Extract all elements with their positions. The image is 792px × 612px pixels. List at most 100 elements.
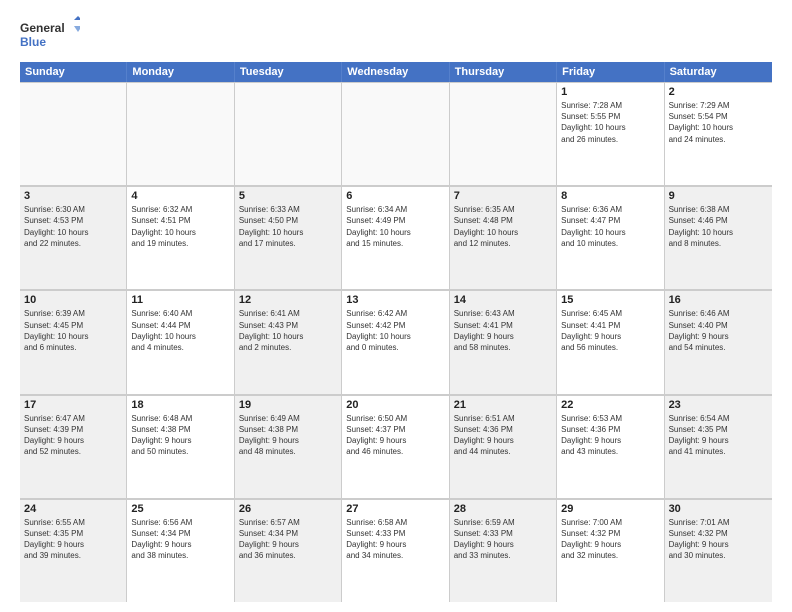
cell-content: Sunrise: 6:55 AMSunset: 4:35 PMDaylight:… [24, 517, 122, 562]
header: General Blue [20, 16, 772, 56]
calendar-cell: 27 Sunrise: 6:58 AMSunset: 4:33 PMDayligh… [342, 500, 449, 602]
calendar-cell [450, 83, 557, 185]
calendar-cell: 23 Sunrise: 6:54 AMSunset: 4:35 PMDayligh… [665, 396, 772, 498]
cell-content: Sunrise: 6:51 AMSunset: 4:36 PMDaylight:… [454, 413, 552, 458]
day-number: 23 [669, 399, 768, 411]
calendar-cell: 30 Sunrise: 7:01 AMSunset: 4:32 PMDayligh… [665, 500, 772, 602]
header-day-tuesday: Tuesday [235, 62, 342, 82]
day-number: 8 [561, 190, 659, 202]
day-number: 18 [131, 399, 229, 411]
calendar-cell: 16Sunrise: 6:46 AMSunset: 4:40 PMDayligh… [665, 291, 772, 393]
calendar-cell: 8 Sunrise: 6:36 AMSunset: 4:47 PMDaylight… [557, 187, 664, 289]
calendar-row-1: 3 Sunrise: 6:30 AMSunset: 4:53 PMDaylight… [20, 186, 772, 290]
cell-content: Sunrise: 6:50 AMSunset: 4:37 PMDaylight:… [346, 413, 444, 458]
calendar-cell: 20 Sunrise: 6:50 AMSunset: 4:37 PMDayligh… [342, 396, 449, 498]
header-day-friday: Friday [557, 62, 664, 82]
cell-content: Sunrise: 6:39 AMSunset: 4:45 PMDaylight:… [24, 308, 122, 353]
cell-content: Sunrise: 6:49 AMSunset: 4:38 PMDaylight:… [239, 413, 337, 458]
cell-content: Sunrise: 6:46 AMSunset: 4:40 PMDaylight:… [669, 308, 768, 353]
calendar-row-3: 17Sunrise: 6:47 AMSunset: 4:39 PMDayligh… [20, 395, 772, 499]
calendar-cell: 18 Sunrise: 6:48 AMSunset: 4:38 PMDayligh… [127, 396, 234, 498]
cell-content: Sunrise: 6:45 AMSunset: 4:41 PMDaylight:… [561, 308, 659, 353]
calendar-cell: 28 Sunrise: 6:59 AMSunset: 4:33 PMDayligh… [450, 500, 557, 602]
calendar-cell: 12Sunrise: 6:41 AMSunset: 4:43 PMDayligh… [235, 291, 342, 393]
day-number: 30 [669, 503, 768, 515]
day-number: 7 [454, 190, 552, 202]
calendar-row-4: 24 Sunrise: 6:55 AMSunset: 4:35 PMDayligh… [20, 499, 772, 602]
calendar-cell: 11 Sunrise: 6:40 AMSunset: 4:44 PMDayligh… [127, 291, 234, 393]
cell-content: Sunrise: 6:36 AMSunset: 4:47 PMDaylight:… [561, 204, 659, 249]
calendar-cell: 2 Sunrise: 7:29 AMSunset: 5:54 PMDaylight… [665, 83, 772, 185]
cell-content: Sunrise: 6:33 AMSunset: 4:50 PMDaylight:… [239, 204, 337, 249]
day-number: 19 [239, 399, 337, 411]
day-number: 4 [131, 190, 229, 202]
cell-content: Sunrise: 7:01 AMSunset: 4:32 PMDaylight:… [669, 517, 768, 562]
cell-content: Sunrise: 6:35 AMSunset: 4:48 PMDaylight:… [454, 204, 552, 249]
calendar-cell: 15 Sunrise: 6:45 AMSunset: 4:41 PMDayligh… [557, 291, 664, 393]
day-number: 6 [346, 190, 444, 202]
cell-content: Sunrise: 7:00 AMSunset: 4:32 PMDaylight:… [561, 517, 659, 562]
calendar-row-0: 1 Sunrise: 7:28 AMSunset: 5:55 PMDaylight… [20, 82, 772, 186]
day-number: 22 [561, 399, 659, 411]
header-day-sunday: Sunday [20, 62, 127, 82]
day-number: 15 [561, 294, 659, 306]
day-number: 21 [454, 399, 552, 411]
cell-content: Sunrise: 6:57 AMSunset: 4:34 PMDaylight:… [239, 517, 337, 562]
cell-content: Sunrise: 6:48 AMSunset: 4:38 PMDaylight:… [131, 413, 229, 458]
cell-content: Sunrise: 6:53 AMSunset: 4:36 PMDaylight:… [561, 413, 659, 458]
header-day-thursday: Thursday [450, 62, 557, 82]
day-number: 11 [131, 294, 229, 306]
day-number: 24 [24, 503, 122, 515]
day-number: 28 [454, 503, 552, 515]
day-number: 20 [346, 399, 444, 411]
day-number: 9 [669, 190, 768, 202]
calendar-cell: 21 Sunrise: 6:51 AMSunset: 4:36 PMDayligh… [450, 396, 557, 498]
cell-content: Sunrise: 6:59 AMSunset: 4:33 PMDaylight:… [454, 517, 552, 562]
cell-content: Sunrise: 6:58 AMSunset: 4:33 PMDaylight:… [346, 517, 444, 562]
calendar-cell [20, 83, 127, 185]
calendar-cell: 17Sunrise: 6:47 AMSunset: 4:39 PMDayligh… [20, 396, 127, 498]
day-number: 2 [669, 86, 768, 98]
cell-content: Sunrise: 6:30 AMSunset: 4:53 PMDaylight:… [24, 204, 122, 249]
calendar-cell [235, 83, 342, 185]
calendar-cell: 4Sunrise: 6:32 AMSunset: 4:51 PMDaylight… [127, 187, 234, 289]
calendar-header: SundayMondayTuesdayWednesdayThursdayFrid… [20, 62, 772, 82]
day-number: 27 [346, 503, 444, 515]
calendar-cell: 29 Sunrise: 7:00 AMSunset: 4:32 PMDayligh… [557, 500, 664, 602]
cell-content: Sunrise: 6:54 AMSunset: 4:35 PMDaylight:… [669, 413, 768, 458]
calendar-body: 1 Sunrise: 7:28 AMSunset: 5:55 PMDaylight… [20, 82, 772, 602]
day-number: 5 [239, 190, 337, 202]
day-number: 14 [454, 294, 552, 306]
cell-content: Sunrise: 6:56 AMSunset: 4:34 PMDaylight:… [131, 517, 229, 562]
cell-content: Sunrise: 6:41 AMSunset: 4:43 PMDaylight:… [239, 308, 337, 353]
header-day-monday: Monday [127, 62, 234, 82]
cell-content: Sunrise: 7:28 AMSunset: 5:55 PMDaylight:… [561, 100, 659, 145]
page: General Blue SundayMondayTuesdayWednesda… [0, 0, 792, 612]
day-number: 1 [561, 86, 659, 98]
cell-content: Sunrise: 6:34 AMSunset: 4:49 PMDaylight:… [346, 204, 444, 249]
svg-text:General: General [20, 21, 65, 35]
day-number: 29 [561, 503, 659, 515]
day-number: 3 [24, 190, 122, 202]
calendar-cell: 9Sunrise: 6:38 AMSunset: 4:46 PMDaylight… [665, 187, 772, 289]
calendar-cell: 10 Sunrise: 6:39 AMSunset: 4:45 PMDayligh… [20, 291, 127, 393]
logo: General Blue [20, 16, 80, 56]
calendar-cell: 22 Sunrise: 6:53 AMSunset: 4:36 PMDayligh… [557, 396, 664, 498]
cell-content: Sunrise: 7:29 AMSunset: 5:54 PMDaylight:… [669, 100, 768, 145]
cell-content: Sunrise: 6:40 AMSunset: 4:44 PMDaylight:… [131, 308, 229, 353]
cell-content: Sunrise: 6:43 AMSunset: 4:41 PMDaylight:… [454, 308, 552, 353]
calendar-cell [127, 83, 234, 185]
calendar-cell: 5 Sunrise: 6:33 AMSunset: 4:50 PMDaylight… [235, 187, 342, 289]
calendar-cell: 13Sunrise: 6:42 AMSunset: 4:42 PMDayligh… [342, 291, 449, 393]
day-number: 17 [24, 399, 122, 411]
header-day-saturday: Saturday [665, 62, 772, 82]
day-number: 10 [24, 294, 122, 306]
calendar-cell: 26Sunrise: 6:57 AMSunset: 4:34 PMDayligh… [235, 500, 342, 602]
calendar-cell: 19 Sunrise: 6:49 AMSunset: 4:38 PMDayligh… [235, 396, 342, 498]
svg-text:Blue: Blue [20, 35, 46, 49]
calendar-cell: 7 Sunrise: 6:35 AMSunset: 4:48 PMDaylight… [450, 187, 557, 289]
calendar-cell: 14 Sunrise: 6:43 AMSunset: 4:41 PMDayligh… [450, 291, 557, 393]
cell-content: Sunrise: 6:42 AMSunset: 4:42 PMDaylight:… [346, 308, 444, 353]
calendar-row-2: 10 Sunrise: 6:39 AMSunset: 4:45 PMDayligh… [20, 290, 772, 394]
calendar-cell: 25Sunrise: 6:56 AMSunset: 4:34 PMDayligh… [127, 500, 234, 602]
